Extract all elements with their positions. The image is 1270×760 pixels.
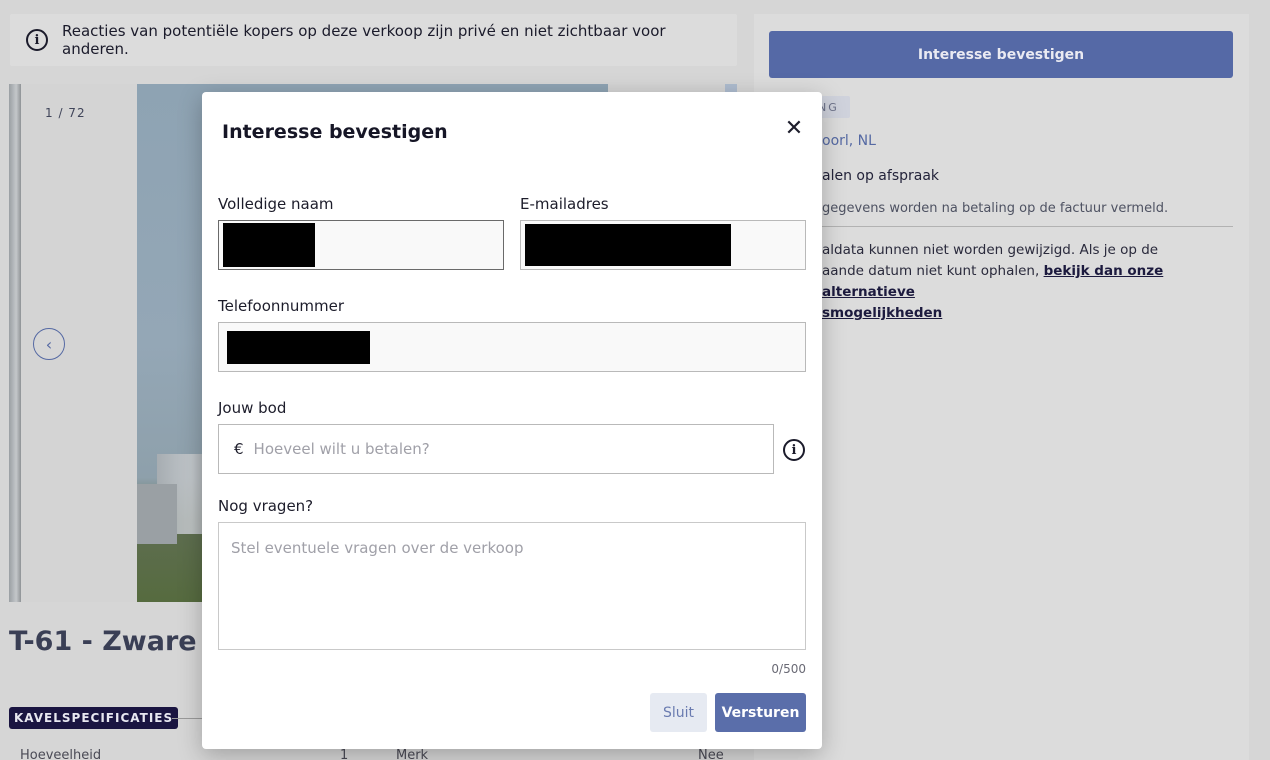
pickup-info: alen op afspraak — [822, 168, 940, 184]
close-icon: ✕ — [784, 115, 804, 141]
gallery-prev-button[interactable]: ‹ — [33, 328, 65, 360]
redacted-phone — [227, 331, 370, 364]
spec-row-qty: 1 — [340, 748, 349, 760]
chevron-left-icon: ‹ — [45, 334, 53, 354]
questions-label: Nog vragen? — [218, 497, 314, 515]
confirm-interest-button[interactable]: Interesse bevestigen — [769, 31, 1233, 78]
redacted-email — [525, 224, 731, 266]
gallery-prev-thumbnail — [9, 84, 21, 602]
confirm-interest-modal: Interesse bevestigen ✕ Volledige naam E-… — [202, 92, 822, 749]
privacy-notice: i Reacties van potentiële kopers op deze… — [10, 14, 737, 66]
spec-row-label: Hoeveelheid — [20, 748, 102, 760]
name-label: Volledige naam — [218, 195, 334, 213]
alternative-options-link-part2: smogelijkheden — [822, 305, 943, 321]
char-counter: 0/500 — [771, 662, 806, 676]
spec-row-value: Nee — [698, 748, 724, 760]
pickup-note-line1: aldata kunnen niet worden gewijzigd. Als… — [822, 242, 1159, 258]
bid-input[interactable] — [253, 440, 773, 458]
specs-badge: KAVELSPECIFICATIES — [9, 707, 179, 729]
pickup-note-line2: aande datum niet kunt ophalen, — [822, 263, 1040, 279]
gallery-counter: 1 / 72 — [45, 106, 86, 120]
phone-input[interactable] — [218, 322, 806, 372]
currency-symbol: € — [234, 440, 244, 458]
sidebar: Interesse bevestigen NG oorl, NL alen op… — [754, 14, 1249, 760]
redacted-name — [223, 223, 315, 267]
phone-label: Telefoonnummer — [218, 297, 345, 315]
modal-close-button[interactable]: ✕ — [782, 115, 806, 141]
bid-label: Jouw bod — [218, 399, 287, 417]
modal-title: Interesse bevestigen — [222, 121, 448, 143]
location-link[interactable]: oorl, NL — [822, 133, 876, 149]
info-icon: i — [783, 439, 805, 461]
privacy-notice-text: Reacties van potentiële kopers op deze v… — [62, 22, 666, 58]
bid-input-wrapper[interactable]: € — [218, 424, 774, 474]
questions-textarea-wrapper[interactable] — [218, 522, 806, 650]
sidebar-divider — [822, 226, 1233, 227]
lot-title: T-61 - Zware G — [9, 626, 229, 657]
name-input[interactable] — [218, 220, 504, 270]
send-button[interactable]: Versturen — [715, 693, 806, 732]
questions-textarea[interactable] — [219, 523, 805, 649]
email-input[interactable] — [520, 220, 806, 270]
close-button[interactable]: Sluit — [650, 693, 707, 732]
photo-factory-structure-small — [137, 484, 177, 544]
email-label: E-mailadres — [520, 195, 609, 213]
info-icon: i — [26, 29, 48, 51]
spec-row-brand: Merk — [396, 748, 429, 760]
invoice-note: gegevens worden na betaling op de factuu… — [822, 201, 1169, 216]
bid-info-tooltip[interactable]: i — [783, 439, 805, 461]
pickup-note: aldata kunnen niet worden gewijzigd. Als… — [822, 240, 1233, 324]
